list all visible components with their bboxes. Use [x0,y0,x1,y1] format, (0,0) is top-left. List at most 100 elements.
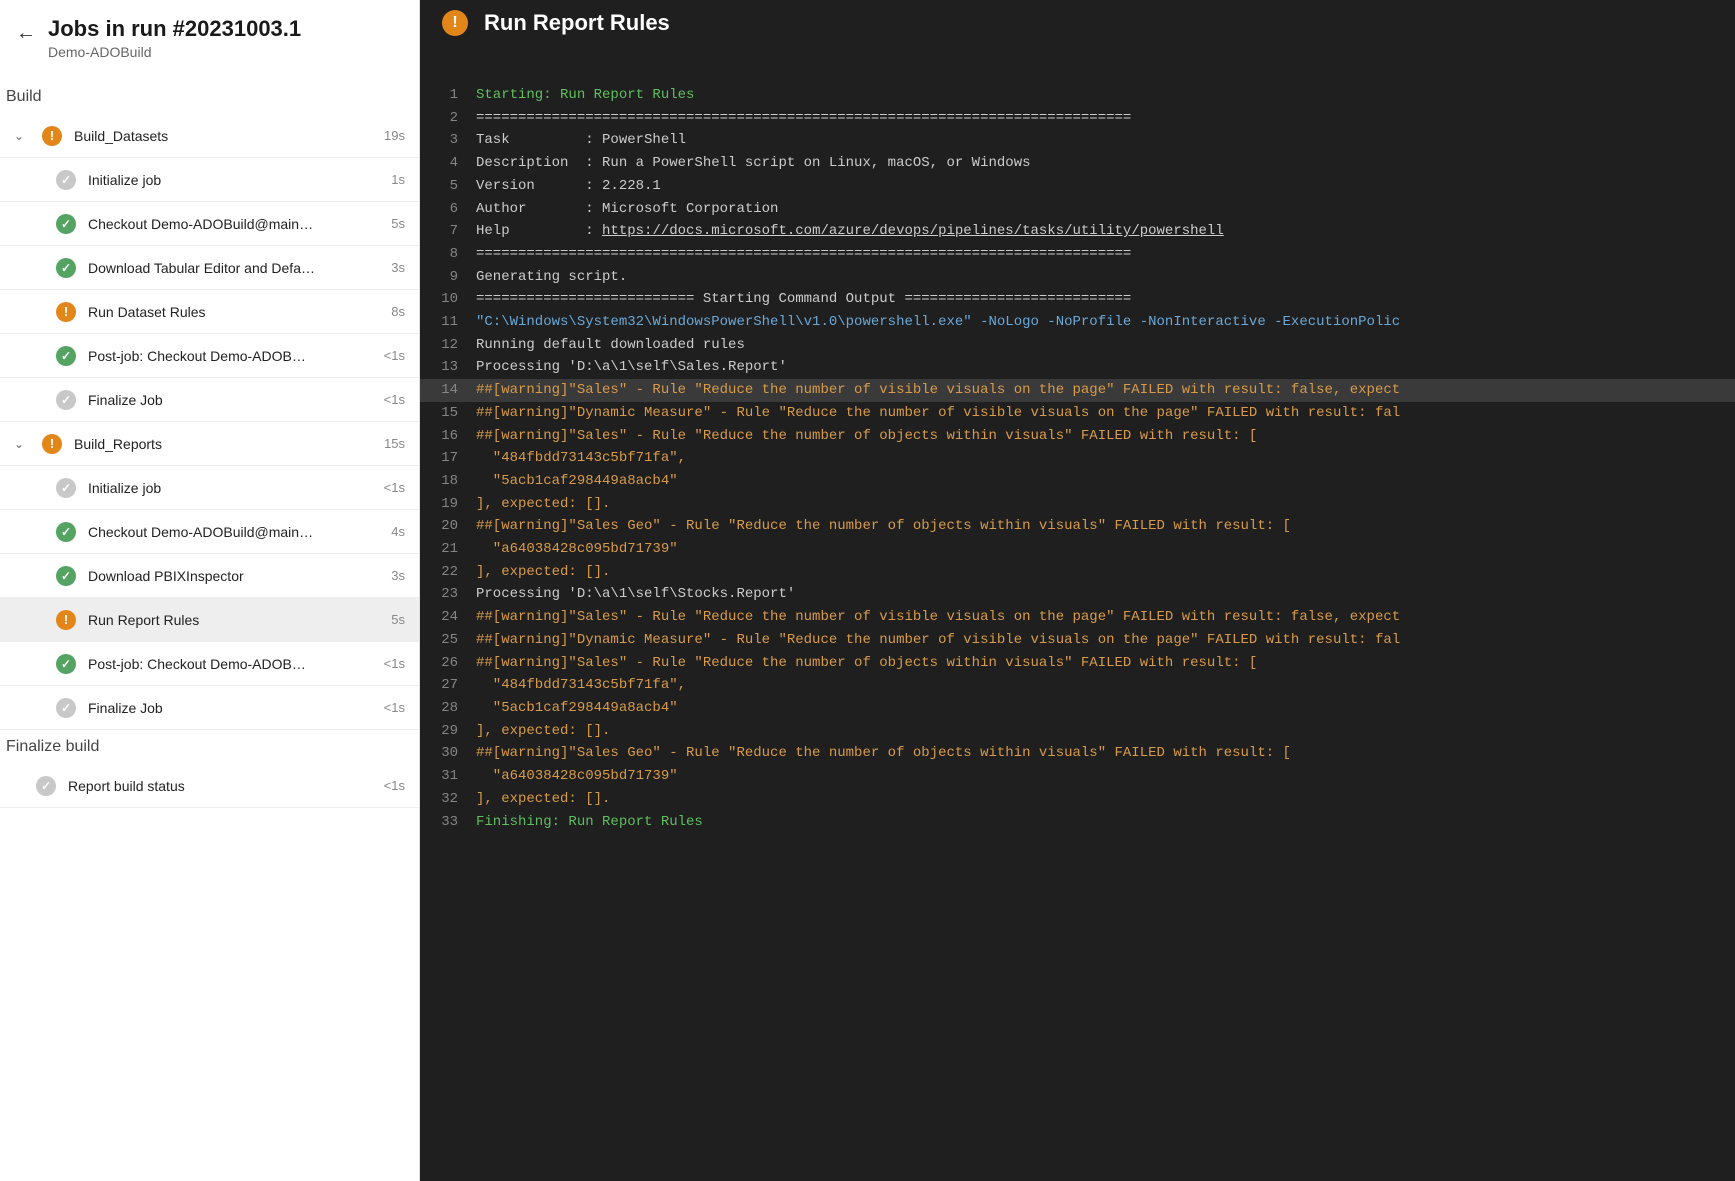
finalize-build-label: Finalize build [0,730,419,764]
line-content: Starting: Run Report Rules [476,84,1735,107]
step-duration: 1s [375,172,405,187]
log-line: 32], expected: []. [420,788,1735,811]
line-number: 18 [420,470,476,493]
log-line: 24##[warning]"Sales" - Rule "Reduce the … [420,606,1735,629]
step-duration: 4s [375,524,405,539]
step-duration: <1s [375,778,405,793]
line-content: ##[warning]"Dynamic Measure" - Rule "Red… [476,629,1735,652]
step-name: Report build status [68,778,363,794]
line-content: ], expected: []. [476,493,1735,516]
line-content: "a64038428c095bd71739" [476,765,1735,788]
line-number: 9 [420,266,476,289]
step-row[interactable]: Run Dataset Rules8s [0,290,419,334]
warning-icon [442,10,468,36]
step-name: Checkout Demo-ADOBuild@main… [88,524,363,540]
line-number: 24 [420,606,476,629]
line-number: 23 [420,583,476,606]
step-duration: 8s [375,304,405,319]
line-number: 31 [420,765,476,788]
step-duration: 3s [375,568,405,583]
step-row[interactable]: Checkout Demo-ADOBuild@main… 4s [0,510,419,554]
line-number: 12 [420,334,476,357]
step-row[interactable]: Report build status <1s [0,764,419,808]
step-row[interactable]: Download PBIXInspector3s [0,554,419,598]
step-row[interactable]: Post-job: Checkout Demo-ADOB… <1s [0,334,419,378]
step-row[interactable]: Post-job: Checkout Demo-ADOB…<1s [0,642,419,686]
log-line: 33Finishing: Run Report Rules [420,811,1735,834]
pipeline-subtitle: Demo-ADOBuild [48,44,301,60]
log-line: 2=======================================… [420,107,1735,130]
line-content: "C:\Windows\System32\WindowsPowerShell\v… [476,311,1735,334]
log-line: 18 "5acb1caf298449a8acb4" [420,470,1735,493]
step-duration: <1s [375,656,405,671]
log-line: 28 "5acb1caf298449a8acb4" [420,697,1735,720]
step-row[interactable]: Download Tabular Editor and Defa…3s [0,246,419,290]
line-content: ##[warning]"Sales" - Rule "Reduce the nu… [476,425,1735,448]
line-content: ], expected: []. [476,720,1735,743]
line-number: 26 [420,652,476,675]
line-number: 17 [420,447,476,470]
success-icon [56,258,76,278]
log-line: 8=======================================… [420,243,1735,266]
line-content: ========================================… [476,107,1735,130]
log-line: 23Processing 'D:\a\1\self\Stocks.Report' [420,583,1735,606]
job-row[interactable]: ⌄Build_Datasets19s [0,114,419,158]
step-name: Post-job: Checkout Demo-ADOB… [88,348,363,364]
line-content: Description : Run a PowerShell script on… [476,152,1735,175]
sidebar-header: ← Jobs in run #20231003.1 Demo-ADOBuild [0,0,419,80]
line-number: 4 [420,152,476,175]
log-line: 30##[warning]"Sales Geo" - Rule "Reduce … [420,742,1735,765]
step-name: Finalize Job [88,392,363,408]
line-content: ##[warning]"Sales" - Rule "Reduce the nu… [476,379,1735,402]
step-row[interactable]: Finalize Job<1s [0,686,419,730]
step-name: Finalize Job [88,700,363,716]
warning-icon [42,126,62,146]
success-icon [56,566,76,586]
job-name: Build_Reports [74,436,363,452]
step-row[interactable]: Run Report Rules5s [0,598,419,642]
log-line: 7Help : https://docs.microsoft.com/azure… [420,220,1735,243]
line-number: 10 [420,288,476,311]
help-link[interactable]: https://docs.microsoft.com/azure/devops/… [602,223,1224,239]
line-number: 20 [420,515,476,538]
step-duration: <1s [375,348,405,363]
step-duration: 3s [375,260,405,275]
log-header: Run Report Rules [420,0,1735,46]
step-name: Initialize job [88,480,363,496]
step-row[interactable]: Initialize job<1s [0,466,419,510]
log-line: 6Author : Microsoft Corporation [420,198,1735,221]
step-row[interactable]: Initialize job1s [0,158,419,202]
chevron-down-icon: ⌄ [14,129,30,143]
log-line: 11"C:\Windows\System32\WindowsPowerShell… [420,311,1735,334]
line-number: 7 [420,220,476,243]
line-number: 8 [420,243,476,266]
line-content: "5acb1caf298449a8acb4" [476,697,1735,720]
log-line: 10========================== Starting Co… [420,288,1735,311]
chevron-down-icon: ⌄ [14,437,30,451]
line-content: Task : PowerShell [476,129,1735,152]
skipped-icon [56,170,76,190]
line-content: ##[warning]"Dynamic Measure" - Rule "Red… [476,402,1735,425]
step-row[interactable]: Finalize Job <1s [0,378,419,422]
line-content: ], expected: []. [476,561,1735,584]
job-row[interactable]: ⌄Build_Reports15s [0,422,419,466]
task-title: Run Report Rules [484,10,670,36]
warning-icon [56,610,76,630]
step-row[interactable]: Checkout Demo-ADOBuild@main…5s [0,202,419,246]
success-icon [56,522,76,542]
line-number: 3 [420,129,476,152]
log-area[interactable]: 1Starting: Run Report Rules2============… [420,46,1735,1181]
line-content: ##[warning]"Sales" - Rule "Reduce the nu… [476,652,1735,675]
log-line: 15##[warning]"Dynamic Measure" - Rule "R… [420,402,1735,425]
log-line: 5Version : 2.228.1 [420,175,1735,198]
line-number: 21 [420,538,476,561]
line-number: 2 [420,107,476,130]
back-arrow-icon[interactable]: ← [16,22,36,45]
skipped-icon [56,698,76,718]
log-panel: Run Report Rules 1Starting: Run Report R… [420,0,1735,1181]
line-content: Finishing: Run Report Rules [476,811,1735,834]
line-content: Processing 'D:\a\1\self\Stocks.Report' [476,583,1735,606]
line-number: 28 [420,697,476,720]
step-duration: <1s [375,392,405,407]
line-content: "a64038428c095bd71739" [476,538,1735,561]
